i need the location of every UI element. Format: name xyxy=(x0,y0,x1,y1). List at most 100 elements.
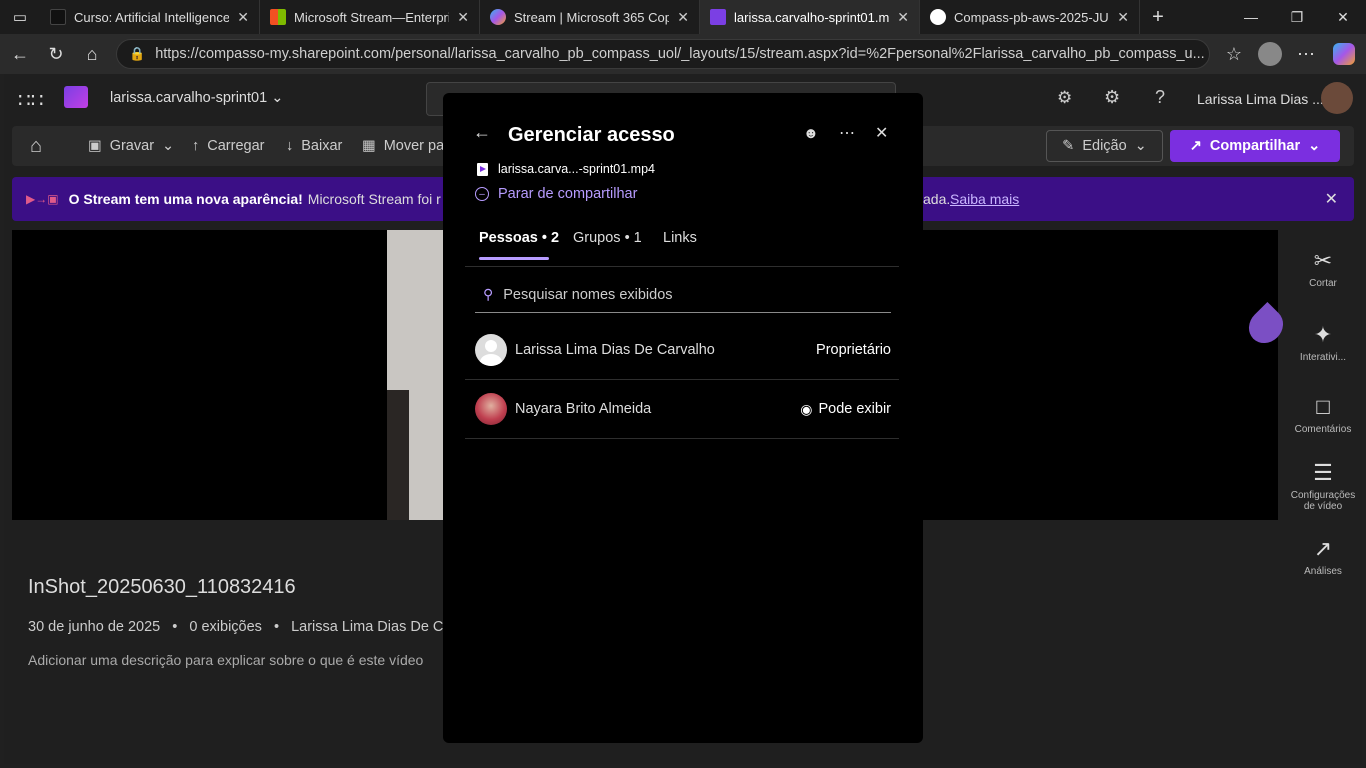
cut-button[interactable]: ✂ Cortar xyxy=(1284,248,1362,289)
close-tab-icon[interactable]: ✕ xyxy=(1117,9,1129,26)
person-name: Nayara Brito Almeida xyxy=(515,401,652,417)
stop-sharing-label: Parar de compartilhar xyxy=(498,186,638,202)
browser-tab-4[interactable]: larissa.carvalho-sprint01.mp4 ✕ xyxy=(700,0,920,34)
video-title: InShot_20250630_110832416 xyxy=(28,576,296,598)
banner-tail: ada. xyxy=(923,191,951,207)
address-bar[interactable]: 🔒 https://compasso-my.sharepoint.com/per… xyxy=(116,39,1210,69)
person-row[interactable]: Nayara Brito Almeida ◉ Pode exibir xyxy=(465,380,899,439)
help-icon[interactable]: ? xyxy=(1155,87,1165,108)
search-people-input[interactable]: ⚲ Pesquisar nomes exibidos xyxy=(475,277,891,313)
browser-tab-3[interactable]: Stream | Microsoft 365 Copilot ✕ xyxy=(480,0,700,34)
url-text: https://compasso-my.sharepoint.com/perso… xyxy=(155,46,1205,62)
close-icon[interactable]: ✕ xyxy=(875,123,888,143)
stop-sharing-link[interactable]: – Parar de compartilhar xyxy=(475,186,637,202)
move-button[interactable]: ▦ Mover pa xyxy=(362,126,444,166)
stream-logo-icon xyxy=(64,86,88,108)
more-icon[interactable]: ⋯ xyxy=(1288,38,1324,70)
upload-button[interactable]: ↑ Carregar xyxy=(192,126,264,166)
tab-links-label: Links xyxy=(663,230,697,246)
copilot-icon[interactable] xyxy=(1333,43,1355,65)
file-name: larissa.carvalho-sprint01 xyxy=(110,90,268,106)
learn-more-link[interactable]: Saiba mais xyxy=(950,191,1019,207)
favorites-icon[interactable]: ☆ xyxy=(1216,38,1252,70)
add-people-icon[interactable]: ☻ xyxy=(803,125,819,142)
edit-button[interactable]: ✎ Edição ⌄ xyxy=(1046,130,1163,162)
manage-access-panel: ← Gerenciar acesso ☻ ⋯ ✕ larissa.carva..… xyxy=(443,93,923,743)
back-icon[interactable]: ← xyxy=(2,38,38,70)
record-button[interactable]: ▣ Gravar ⌄ xyxy=(88,126,174,166)
refresh-icon[interactable]: ↻ xyxy=(38,38,74,70)
stream-icon xyxy=(710,9,726,25)
app-launcher-icon[interactable]: ∷∷ xyxy=(18,88,43,113)
minus-circle-icon: – xyxy=(475,187,489,201)
chevron-down-icon: ⌄ xyxy=(162,138,175,154)
browser-tab-2[interactable]: Microsoft Stream—Enterprise ✕ xyxy=(260,0,480,34)
tab-groups[interactable]: Grupos • 1 xyxy=(573,230,642,246)
back-arrow-icon[interactable]: ← xyxy=(473,122,491,143)
chevron-down-icon: ⌄ xyxy=(1134,138,1147,154)
tab-people-label: Pessoas • 2 xyxy=(479,230,560,246)
active-tab-indicator xyxy=(479,257,549,260)
cut-label: Cortar xyxy=(1309,278,1337,289)
tabs-divider xyxy=(465,266,899,267)
close-tab-icon[interactable]: ✕ xyxy=(457,9,469,26)
browser-tab-5[interactable]: Compass-pb-aws-2025-JUNHO ✕ xyxy=(920,0,1140,34)
close-tab-icon[interactable]: ✕ xyxy=(237,9,249,26)
close-icon[interactable]: ✕ xyxy=(1325,189,1338,209)
file-name: larissa.carva...-sprint01.mp4 xyxy=(498,162,656,176)
tab-links[interactable]: Links xyxy=(663,230,697,246)
video-views: 0 exibições xyxy=(189,619,262,635)
video-meta: 30 de junho de 2025 • 0 exibições • Lari… xyxy=(28,619,479,635)
settings-icon[interactable]: ⚙ xyxy=(1104,87,1120,108)
tab-title: Stream | Microsoft 365 Copilot xyxy=(514,9,670,25)
close-window-icon[interactable]: ✕ xyxy=(1320,0,1366,34)
file-name-dropdown[interactable]: larissa.carvalho-sprint01 ⌄ xyxy=(110,90,283,106)
comment-icon: □ xyxy=(1316,394,1330,419)
user-name: Larissa Lima Dias ... xyxy=(1197,91,1324,107)
user-avatar[interactable] xyxy=(1321,82,1353,114)
person-role: Proprietário xyxy=(816,342,891,358)
person-row[interactable]: Larissa Lima Dias De Carvalho Proprietár… xyxy=(465,321,899,380)
minimize-icon[interactable]: — xyxy=(1228,0,1274,34)
person-role[interactable]: Pode exibir xyxy=(818,401,891,417)
default-avatar-icon xyxy=(475,334,507,366)
close-tab-icon[interactable]: ✕ xyxy=(677,9,689,26)
record-label: Gravar xyxy=(109,138,155,154)
stream-arrows-icon: ▶→▣ xyxy=(26,192,59,206)
avatar xyxy=(475,393,507,425)
more-options-icon[interactable]: ⋯ xyxy=(839,123,855,143)
comments-button[interactable]: □ Comentários xyxy=(1284,394,1362,435)
tab-people[interactable]: Pessoas • 2 xyxy=(479,230,559,246)
download-label: Baixar xyxy=(301,138,343,154)
search-placeholder: Pesquisar nomes exibidos xyxy=(503,286,673,303)
panel-title: Gerenciar acesso xyxy=(508,124,675,146)
move-label: Mover pa xyxy=(383,138,445,154)
eye-icon: ◉ xyxy=(800,400,813,417)
video-settings-button[interactable]: ☰ Configurações de vídeo xyxy=(1284,460,1362,512)
cursor-click-icon: ✦ xyxy=(1313,322,1333,347)
share-button[interactable]: ↗ Compartilhar ⌄ xyxy=(1170,130,1340,162)
tab-actions-icon[interactable]: ▭ xyxy=(0,1,40,33)
tab-title: larissa.carvalho-sprint01.mp4 xyxy=(734,9,890,25)
lock-icon: 🔒 xyxy=(129,46,146,61)
banner-text: Microsoft Stream foi r xyxy=(307,191,441,207)
restore-icon[interactable]: ❐ xyxy=(1274,0,1320,34)
interactive-label: Interativi... xyxy=(1299,352,1347,363)
scissors-icon: ✂ xyxy=(1313,248,1333,273)
edit-label: Edição xyxy=(1082,138,1127,154)
interactive-button[interactable]: ✦ Interativi... xyxy=(1284,322,1362,363)
new-tab-icon[interactable]: + xyxy=(1140,1,1176,33)
tab-title: Curso: Artificial Intelligence wi xyxy=(74,9,230,25)
close-tab-icon[interactable]: ✕ xyxy=(897,9,909,26)
home-icon[interactable]: ⌂ xyxy=(30,126,42,166)
video-description[interactable]: Adicionar uma descrição para explicar so… xyxy=(28,652,423,668)
people-icon[interactable]: ⚙ xyxy=(1057,88,1072,108)
download-button[interactable]: ↓ Baixar xyxy=(286,126,342,166)
github-icon xyxy=(930,9,946,25)
profile-icon[interactable] xyxy=(1258,42,1282,66)
browser-tab-1[interactable]: Curso: Artificial Intelligence wi ✕ xyxy=(40,0,260,34)
toggles-icon: ☰ xyxy=(1313,460,1333,485)
move-icon: ▦ xyxy=(362,138,376,154)
home-icon[interactable]: ⌂ xyxy=(74,38,110,70)
analytics-button[interactable]: ↗ Análises xyxy=(1284,536,1362,577)
